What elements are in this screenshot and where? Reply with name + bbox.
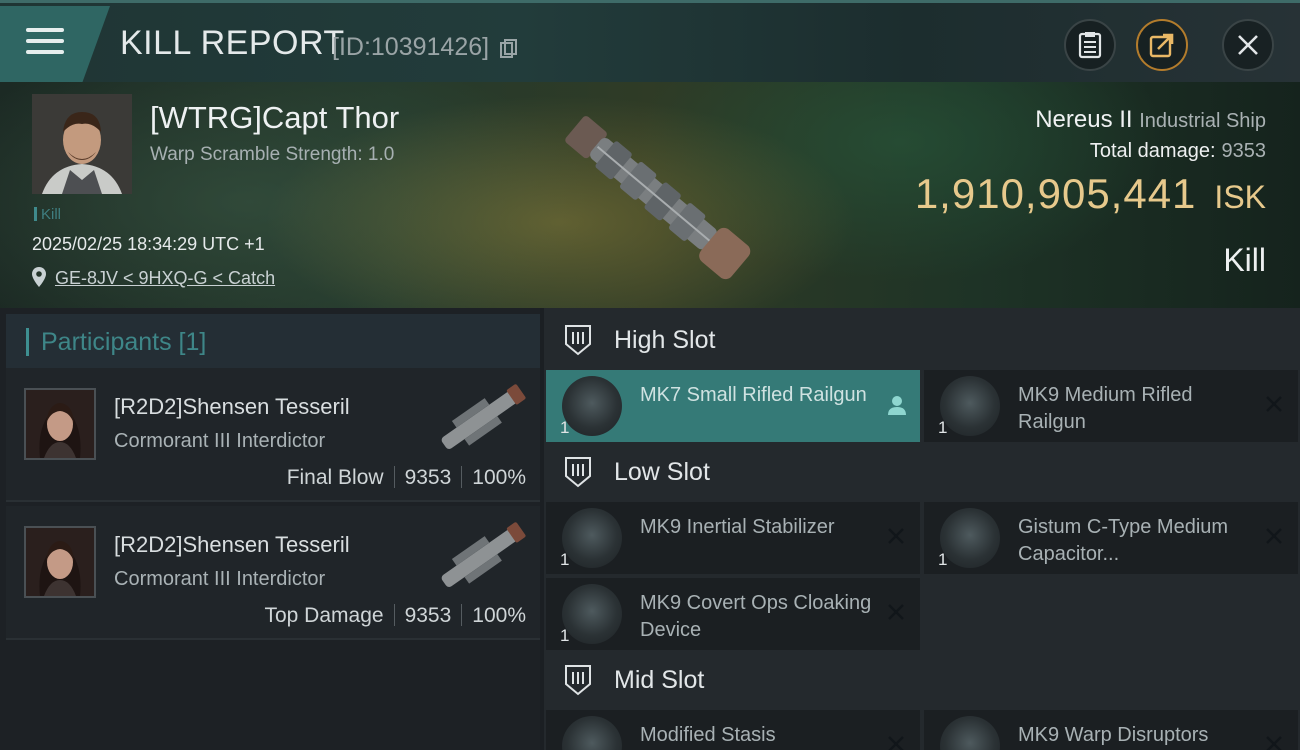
participants-panel: Participants [1] [R2D2]Shensen Tesseril … (0, 308, 540, 750)
destroyed-icon (1266, 396, 1282, 412)
high-slot-icon (565, 325, 591, 356)
module-card[interactable]: MK9 Warp Disruptors (924, 710, 1298, 750)
module-name: MK7 Small Rifled Railgun (640, 384, 867, 406)
module-name: MK9 Warp Disruptors (1018, 724, 1209, 746)
module-name: MK9 Medium Rifled Railgun (1018, 384, 1193, 433)
pilot-portrait-image (32, 94, 132, 194)
clipboard-button[interactable] (1064, 19, 1116, 71)
stasis-webifier-icon (562, 716, 622, 750)
menu-icon (26, 28, 64, 58)
participant-damage: 9353 (404, 604, 452, 627)
clipboard-icon (1078, 32, 1102, 59)
participant-ship-image (441, 384, 526, 449)
module-name: Gistum C-Type Medium Capacitor... (1018, 516, 1229, 565)
module-quantity: 1 (938, 418, 948, 437)
isk-amount: 1,910,905,441 (914, 170, 1197, 217)
user-icon (888, 396, 906, 415)
fitting-panel: High Slot 1 MK7 Small Rifled Railgun 1 M… (544, 308, 1300, 750)
module-card[interactable]: 1 Gistum C-Type Medium Capacitor... (924, 502, 1298, 574)
participant-damage: 9353 (404, 466, 452, 489)
kill-datetime: 2025/02/25 18:34:29 UTC +1 (32, 234, 265, 254)
low-slot-icon (565, 457, 591, 488)
module-quantity: 1 (560, 626, 570, 645)
page-title: KILL REPORT (120, 24, 345, 62)
low-slot-label: Low Slot (614, 457, 710, 486)
destroyed-icon (1266, 528, 1282, 544)
participant-stats: Top Damage 9353 100% (264, 604, 526, 628)
participant-row[interactable]: [R2D2]Shensen Tesseril Cormorant III Int… (6, 368, 540, 502)
module-card[interactable]: Modified Stasis (546, 710, 920, 750)
cloaking-device-icon (562, 584, 622, 644)
module-quantity: 1 (560, 418, 570, 437)
destroyed-icon (888, 604, 904, 620)
close-icon (1238, 35, 1258, 55)
participant-stats: Final Blow 9353 100% (287, 466, 526, 490)
victim-ship-image (565, 116, 751, 280)
participant-avatar (24, 526, 96, 598)
destroyed-icon (1266, 736, 1282, 750)
capacitor-icon (940, 508, 1000, 568)
victim-name[interactable]: [WTRG]Capt Thor (150, 100, 399, 136)
mid-slot-icon (565, 665, 591, 696)
participants-label: Participants [1] (41, 327, 207, 356)
destroyed-icon (888, 736, 904, 750)
total-damage-label: Total damage: (1089, 140, 1216, 162)
result-label: Kill (1223, 242, 1266, 278)
victim-ship-name[interactable]: Nereus II (1035, 106, 1132, 133)
module-card[interactable]: 1 MK9 Covert Ops Cloaking Device (546, 578, 920, 650)
participants-accent-bar (26, 328, 29, 356)
participant-ship: Cormorant III Interdictor (114, 568, 326, 590)
module-name: Modified Stasis (640, 724, 776, 746)
share-icon (1149, 33, 1174, 58)
kill-location-link[interactable]: GE-8JV < 9HXQ-G < Catch (55, 268, 275, 289)
total-damage-value: 9353 (1221, 140, 1267, 162)
victim-portrait[interactable] (32, 94, 132, 194)
high-slot-header: High Slot (544, 310, 1300, 370)
participant-role: Top Damage (264, 604, 384, 627)
module-card[interactable]: 1 MK7 Small Rifled Railgun (546, 370, 920, 442)
report-id: [ID:10391426] (332, 33, 490, 61)
participant-ship-image (441, 522, 526, 587)
menu-button[interactable] (0, 6, 110, 82)
low-slot-header: Low Slot (544, 442, 1300, 502)
railgun-icon (940, 376, 1000, 436)
railgun-icon (562, 376, 622, 436)
participant-row[interactable]: [R2D2]Shensen Tesseril Cormorant III Int… (6, 506, 540, 640)
mid-slot-header: Mid Slot (544, 650, 1300, 710)
module-quantity: 1 (938, 550, 948, 569)
participant-percent: 100% (472, 466, 526, 489)
module-name: MK9 Covert Ops Cloaking Device (640, 592, 872, 641)
isk-unit: ISK (1214, 179, 1266, 215)
module-quantity: 1 (560, 550, 570, 569)
participant-avatar (24, 388, 96, 460)
victim-banner: [WTRG]Capt Thor Warp Scramble Strength: … (0, 82, 1300, 308)
participant-role: Final Blow (286, 466, 384, 489)
participants-header[interactable]: Participants [1] (6, 314, 540, 370)
participant-name: [R2D2]Shensen Tesseril (114, 532, 350, 557)
victim-ship-class: Industrial Ship (1139, 110, 1266, 132)
close-button[interactable] (1222, 19, 1274, 71)
warp-disruptor-icon (940, 716, 1000, 750)
participant-ship: Cormorant III Interdictor (114, 430, 326, 452)
participant-name: [R2D2]Shensen Tesseril (114, 394, 350, 419)
module-card[interactable]: 1 MK9 Medium Rifled Railgun (924, 370, 1298, 442)
share-button[interactable] (1136, 19, 1188, 71)
warp-scramble-strength: Warp Scramble Strength: 1.0 (150, 144, 395, 165)
location-pin-icon (32, 267, 46, 287)
destroyed-icon (888, 528, 904, 544)
inertial-stabilizer-icon (562, 508, 622, 568)
mid-slot-label: Mid Slot (614, 665, 705, 694)
high-slot-label: High Slot (614, 325, 716, 354)
module-name: MK9 Inertial Stabilizer (640, 516, 835, 538)
kill-tag: Kill (34, 206, 61, 223)
isk-value: 1,910,905,441 ISK (915, 170, 1266, 218)
module-card[interactable]: 1 MK9 Inertial Stabilizer (546, 502, 920, 574)
copy-icon[interactable] (500, 39, 518, 59)
header: KILL REPORT [ID:10391426] (0, 0, 1300, 82)
participant-percent: 100% (472, 604, 526, 627)
victim-ship: Nereus II Industrial Ship (1035, 106, 1266, 134)
total-damage: Total damage: 9353 (1090, 140, 1266, 163)
